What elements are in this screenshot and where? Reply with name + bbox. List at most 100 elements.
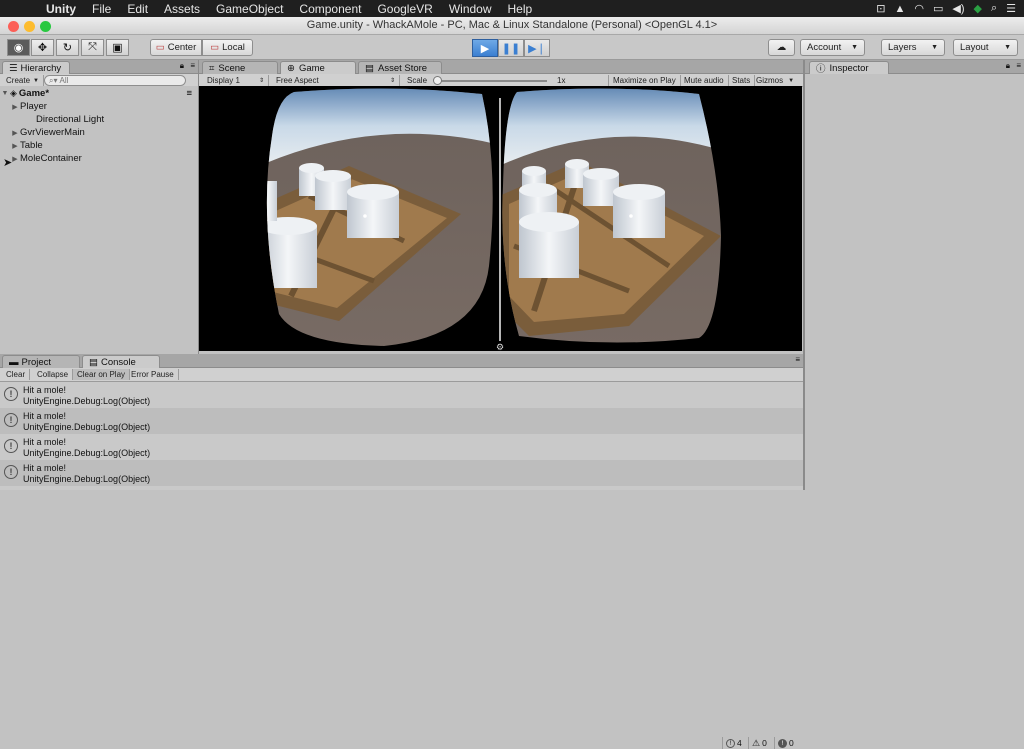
aspect-dropdown[interactable]: Free Aspect ⇕	[272, 75, 400, 86]
info-log-icon: !	[4, 465, 18, 479]
menu-gameobject[interactable]: GameObject	[208, 2, 291, 16]
menu-edit[interactable]: Edit	[119, 2, 156, 16]
menu-component[interactable]: Component	[291, 2, 369, 16]
console-clear-on-play-toggle[interactable]: Clear on Play	[73, 369, 131, 380]
move-tool-button[interactable]: ✥	[31, 39, 54, 56]
info-icon: ⓘ	[816, 64, 826, 75]
play-button[interactable]: ▶	[472, 39, 498, 57]
scale-tool-button[interactable]: ⤧	[81, 39, 104, 56]
scale-label: Scale	[407, 76, 428, 85]
scene-menu-icon[interactable]: ≡	[186, 88, 192, 99]
console-clear-button[interactable]: Clear	[2, 369, 31, 380]
pivot-center-button[interactable]: ▭ Center	[150, 39, 202, 56]
hierarchy-item-directional-light[interactable]: Directional Light	[0, 113, 104, 126]
console-icon: ▤	[89, 356, 98, 368]
warning-count-toggle[interactable]: ⚠ 0	[748, 737, 770, 749]
scale-slider-thumb[interactable]	[433, 75, 443, 85]
volume-icon[interactable]: ◀)	[952, 2, 964, 15]
console-entry[interactable]: ! Hit a mole! UnityEngine.Debug:Log(Obje…	[0, 382, 803, 408]
error-count: 0	[789, 738, 794, 748]
store-icon: ▤	[365, 62, 374, 74]
pivot-local-button[interactable]: ▭ Local	[202, 39, 253, 56]
hierarchy-item-table[interactable]: ▶ Table	[0, 139, 42, 152]
log-count-toggle[interactable]: ! 4	[722, 737, 745, 749]
tab-inspector[interactable]: ⓘ Inspector	[809, 61, 889, 75]
menu-window[interactable]: Window	[441, 2, 500, 16]
scene-root-row[interactable]: ▼ ◈ Game* ≡	[0, 87, 198, 100]
tab-game[interactable]: ⊕ Game	[280, 61, 356, 74]
console-entry[interactable]: ! Hit a mole! UnityEngine.Debug:Log(Obje…	[0, 408, 803, 434]
screenshot-icon[interactable]: ⊡	[876, 2, 885, 15]
wifi-icon[interactable]: ◠	[914, 2, 924, 15]
cloud-button[interactable]: ☁	[768, 39, 795, 56]
account-dropdown[interactable]: Account ▼	[800, 39, 865, 56]
layout-dropdown[interactable]: Layout ▼	[953, 39, 1018, 56]
vr-stereo-render: ⚙	[266, 88, 721, 352]
flag-icon[interactable]: ◆	[973, 2, 981, 15]
display-dropdown[interactable]: Display 1 ⇕	[203, 75, 269, 86]
error-icon: !	[778, 738, 787, 748]
tab-console[interactable]: ▤ Console	[82, 355, 160, 368]
layers-label: Layers	[888, 42, 917, 53]
tab-hierarchy[interactable]: ☰ Hierarchy	[2, 61, 70, 74]
console-error-pause-toggle[interactable]: Error Pause	[127, 369, 179, 380]
aspect-label: Free Aspect	[276, 76, 319, 85]
error-pause-label: Error Pause	[131, 370, 174, 379]
expand-arrow-icon[interactable]: ▶	[10, 129, 20, 137]
gizmos-label: Gizmos	[756, 76, 784, 85]
hierarchy-search-input[interactable]: ⌕▾ All	[44, 75, 186, 86]
menu-file[interactable]: File	[84, 2, 119, 16]
panel-menu-icon[interactable]: ≡	[795, 355, 800, 364]
scale-slider[interactable]	[433, 75, 548, 85]
console-entry[interactable]: ! Hit a mole! UnityEngine.Debug:Log(Obje…	[0, 460, 803, 486]
menu-app-name[interactable]: Unity	[38, 2, 84, 16]
rotate-tool-button[interactable]: ↻	[56, 39, 79, 56]
menu-googlevr[interactable]: GoogleVR	[369, 2, 440, 16]
log-trace: UnityEngine.Debug:Log(Object)	[23, 448, 151, 458]
rotate-icon: ↻	[62, 42, 73, 54]
hierarchy-item-player[interactable]: ▶ Player	[0, 100, 47, 113]
expand-arrow-icon[interactable]: ▶	[10, 103, 20, 111]
game-view[interactable]: ⚙	[199, 86, 802, 352]
tab-project[interactable]: ▬ Project	[2, 355, 80, 368]
info-log-icon: !	[4, 413, 18, 427]
lock-icon[interactable]: 🔒︎	[180, 61, 184, 71]
pause-button[interactable]: ❚❚	[498, 39, 524, 57]
splitter-inspector[interactable]	[803, 60, 805, 490]
panel-menu-icon[interactable]: ≡	[1016, 61, 1021, 70]
hierarchy-item-gvrviewermain[interactable]: ▶ GvrViewerMain	[0, 126, 84, 139]
left-eye-view	[266, 88, 493, 346]
create-dropdown[interactable]: Create ▼	[2, 75, 44, 86]
splitter-hierarchy[interactable]	[198, 60, 199, 354]
tab-scene[interactable]: ⌗ Scene	[202, 61, 278, 74]
account-label: Account	[807, 42, 842, 53]
rect-tool-button[interactable]: ▣	[106, 39, 129, 56]
menubar-status-area: ⊡ ▲ ◠ ▭ ◀) ◆ ⌕ ☰	[876, 2, 1024, 15]
error-count-toggle[interactable]: ! 0	[774, 737, 797, 749]
console-toolbar: Clear Collapse Clear on Play Error Pause…	[0, 368, 803, 749]
step-button[interactable]: ▶❘	[524, 39, 550, 57]
hierarchy-item-molecontainer[interactable]: ▶ MoleContainer	[0, 152, 82, 165]
console-entry[interactable]: ! Hit a mole! UnityEngine.Debug:Log(Obje…	[0, 434, 803, 460]
list-icon: ☰	[9, 62, 18, 74]
battery-icon[interactable]: ▭	[933, 2, 943, 15]
menu-help[interactable]: Help	[500, 2, 541, 16]
lock-icon[interactable]: 🔒︎	[1006, 61, 1010, 71]
menu-assets[interactable]: Assets	[156, 2, 208, 16]
expand-arrow-icon[interactable]: ▶	[10, 142, 20, 150]
panel-menu-icon[interactable]: ≡	[190, 61, 195, 70]
maximize-on-play-toggle[interactable]: Maximize on Play	[608, 75, 681, 86]
hand-tool-button[interactable]: ◉	[7, 39, 30, 56]
drive-icon[interactable]: ▲	[894, 3, 905, 15]
log-trace: UnityEngine.Debug:Log(Object)	[23, 422, 151, 432]
console-collapse-toggle[interactable]: Collapse	[33, 369, 74, 380]
mute-label: Mute audio	[684, 76, 724, 85]
gizmos-dropdown[interactable]: Gizmos ▼	[752, 75, 798, 86]
mute-audio-toggle[interactable]: Mute audio	[680, 75, 729, 86]
tab-asset-store[interactable]: ▤ Asset Store	[358, 61, 442, 74]
menu-list-icon[interactable]: ☰	[1006, 2, 1016, 15]
search-icon[interactable]: ⌕	[991, 2, 997, 15]
vr-settings-gear-icon[interactable]: ⚙	[496, 342, 504, 352]
layers-dropdown[interactable]: Layers ▼	[881, 39, 945, 56]
expand-arrow-icon[interactable]: ▼	[0, 90, 10, 97]
